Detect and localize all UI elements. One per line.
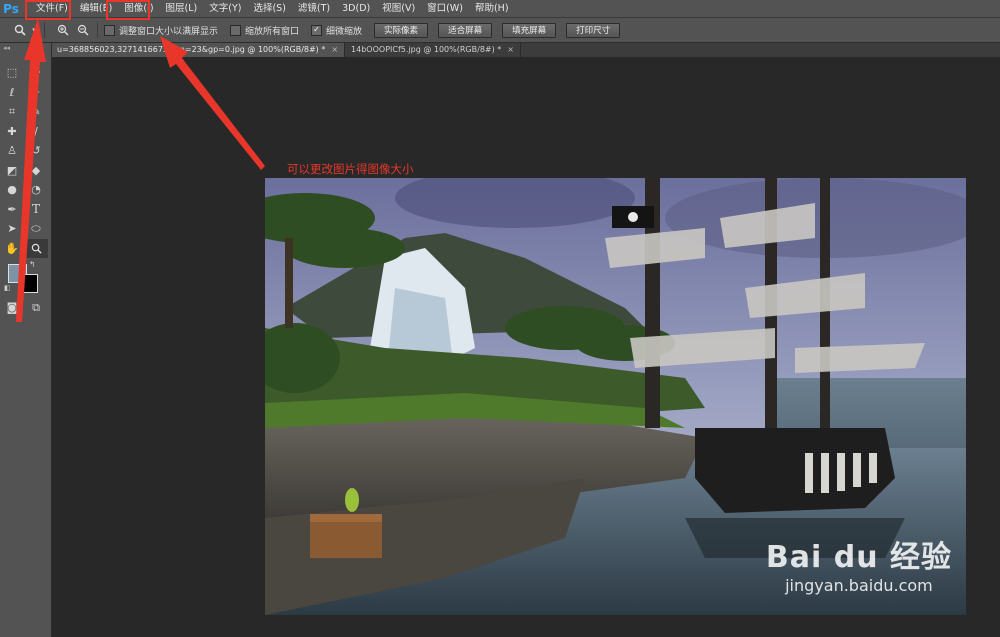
blur-tool-icon[interactable]: ●: [0, 180, 24, 199]
eraser-tool-icon[interactable]: ◩: [0, 161, 24, 180]
zoom-all-windows-checkbox[interactable]: [230, 24, 242, 36]
swap-colors-icon[interactable]: ↰: [29, 260, 36, 269]
lasso-tool-icon[interactable]: ℓ: [0, 83, 24, 102]
fit-screen-button[interactable]: 适合屏幕: [438, 22, 493, 38]
move-tool-icon[interactable]: ⬚: [0, 63, 24, 82]
annotation-callout: 可以更改图片得图像大小: [287, 162, 414, 176]
fill-screen-button[interactable]: 填充屏幕: [502, 22, 557, 38]
tools-panel: ◂◂ ⬚ ✥ ℓ ✦ ⌗ ✎ ✚ ∕ ♙ ↺ ◩ ◆ ● ◔ ✒ T ➤ ⬭ ✋ ↰ ◧ ◙ ⧉: [0, 43, 52, 637]
divider: [97, 22, 98, 38]
screen-mode-icon[interactable]: ⧉: [24, 298, 48, 317]
clone-stamp-icon[interactable]: ♙: [0, 141, 24, 160]
zoom-in-icon[interactable]: [55, 22, 71, 38]
document-image: Bai du 经验 jingyan.baidu.com: [265, 178, 966, 615]
scrubby-zoom-label: 细微缩放: [326, 26, 363, 37]
default-colors-icon[interactable]: ◧: [4, 284, 11, 292]
menu-3d[interactable]: 3D(D): [336, 0, 376, 17]
marquee-tool-icon[interactable]: ✥: [24, 63, 48, 82]
menu-select[interactable]: 选择(S): [247, 0, 291, 17]
menu-filter[interactable]: 滤镜(T): [292, 0, 336, 17]
panel-collapse-icon[interactable]: ◂◂: [0, 43, 51, 53]
color-swatches: ↰ ◧: [0, 258, 51, 298]
zoom-tool-icon[interactable]: [24, 238, 48, 258]
close-icon[interactable]: ×: [331, 43, 338, 57]
quick-mask-icon[interactable]: ◙: [0, 298, 24, 317]
photoshop-logo: Ps: [3, 1, 19, 16]
watermark-url: jingyan.baidu.com: [785, 576, 933, 595]
zoom-all-windows-option[interactable]: 缩放所有窗口: [230, 24, 299, 37]
print-size-button[interactable]: 打印尺寸: [566, 22, 621, 38]
watermark-brand: Bai du 经验: [765, 540, 952, 575]
resize-windows-option[interactable]: 调整窗口大小以满屏显示: [104, 24, 218, 37]
zoom-tool-icon[interactable]: [12, 22, 28, 38]
menu-bar: Ps 文件(F) 编辑(E) 图像(I) 图层(L) 文字(Y) 选择(S) 滤…: [0, 0, 1000, 18]
zoom-all-windows-label: 缩放所有窗口: [245, 26, 300, 37]
dodge-tool-icon[interactable]: ◔: [24, 180, 48, 199]
zoom-out-icon[interactable]: [75, 22, 91, 38]
eyedropper-icon[interactable]: ✎: [24, 102, 48, 121]
history-brush-icon[interactable]: ↺: [24, 141, 48, 160]
background-color-swatch[interactable]: [19, 274, 38, 293]
healing-brush-icon[interactable]: ✚: [0, 122, 24, 141]
menu-type[interactable]: 文字(Y): [203, 0, 247, 17]
document-tab-label: 14bOOOPICf5.jpg @ 100%(RGB/8#) *: [351, 45, 502, 54]
menu-window[interactable]: 窗口(W): [421, 0, 469, 17]
options-bar: ▾ 调整窗口大小以满屏显示 缩放所有窗口 ✓ 细微缩放 实际像素 适合屏幕 填充…: [0, 18, 1000, 43]
menu-layer[interactable]: 图层(L): [160, 0, 204, 17]
ellipse-tool-icon[interactable]: ⬭: [24, 219, 48, 238]
actual-pixels-button[interactable]: 实际像素: [374, 22, 429, 38]
resize-windows-checkbox[interactable]: [104, 24, 115, 36]
chevron-down-icon[interactable]: ▾: [30, 22, 38, 38]
menu-view[interactable]: 视图(V): [376, 0, 421, 17]
crop-tool-icon[interactable]: ⌗: [0, 102, 24, 121]
document-tab-label: u=368856023,3271416673&fm=23&gp=0.jpg @ …: [57, 45, 326, 54]
document-tab-bar: u=368856023,3271416673&fm=23&gp=0.jpg @ …: [51, 43, 1000, 57]
brush-tool-icon[interactable]: ∕: [24, 122, 48, 141]
type-tool-icon[interactable]: T: [24, 200, 48, 219]
scrubby-zoom-checkbox[interactable]: ✓: [311, 24, 323, 36]
hand-tool-icon[interactable]: ✋: [0, 239, 24, 258]
menu-help[interactable]: 帮助(H): [469, 0, 515, 17]
highlight-image-menu: [106, 0, 150, 20]
highlight-file-menu: [25, 0, 71, 20]
scrubby-zoom-option[interactable]: ✓ 细微缩放: [311, 24, 362, 37]
resize-windows-label: 调整窗口大小以满屏显示: [119, 26, 219, 37]
magic-wand-icon[interactable]: ✦: [24, 83, 48, 102]
pen-tool-icon[interactable]: ✒: [0, 200, 24, 219]
document-tab-1[interactable]: u=368856023,3271416673&fm=23&gp=0.jpg @ …: [51, 43, 346, 57]
close-icon[interactable]: ×: [507, 43, 514, 57]
divider: [44, 22, 45, 38]
paint-bucket-icon[interactable]: ◆: [24, 161, 48, 180]
baidu-watermark: Bai du 经验 jingyan.baidu.com: [766, 532, 952, 595]
path-select-icon[interactable]: ➤: [0, 219, 24, 238]
document-tab-2[interactable]: 14bOOOPICf5.jpg @ 100%(RGB/8#) * ×: [345, 43, 521, 57]
